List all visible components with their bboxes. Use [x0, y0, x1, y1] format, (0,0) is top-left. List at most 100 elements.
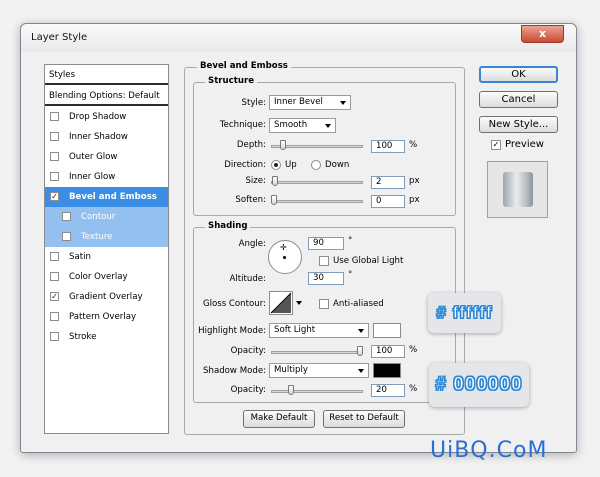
- direction-up-radio[interactable]: [271, 160, 281, 170]
- reset-default-button[interactable]: Reset to Default: [323, 410, 405, 428]
- style-item-label: Inner Shadow: [69, 132, 128, 142]
- black-hex-annotation: # 000000: [429, 363, 529, 407]
- style-checkbox[interactable]: [50, 172, 59, 181]
- size-slider-track[interactable]: [271, 181, 363, 184]
- direction-down-radio[interactable]: [311, 160, 321, 170]
- new-style-button[interactable]: New Style...: [479, 116, 558, 133]
- window-title: Layer Style: [31, 32, 88, 43]
- soften-slider-thumb[interactable]: [271, 195, 277, 205]
- soften-input[interactable]: 0: [371, 195, 405, 208]
- soften-unit: px: [409, 195, 420, 205]
- highlight-opacity-thumb[interactable]: [357, 346, 363, 356]
- style-checkbox[interactable]: [50, 332, 59, 341]
- style-item-texture[interactable]: Texture: [45, 227, 168, 247]
- style-checkbox[interactable]: [50, 132, 59, 141]
- shadow-mode-select[interactable]: Multiply: [269, 363, 369, 378]
- style-item-label: Outer Glow: [69, 152, 118, 162]
- style-checkbox[interactable]: [50, 152, 59, 161]
- style-checkbox[interactable]: [62, 232, 71, 241]
- size-input[interactable]: 2: [371, 176, 405, 189]
- style-item-bevel-and-emboss[interactable]: ✓ Bevel and Emboss: [45, 187, 168, 207]
- styles-header-label: Styles: [49, 70, 76, 80]
- style-item-stroke[interactable]: Stroke: [45, 327, 168, 347]
- style-item-inner-shadow[interactable]: Inner Shadow: [45, 127, 168, 147]
- highlight-mode-label: Highlight Mode:: [198, 326, 266, 336]
- style-item-gradient-overlay[interactable]: ✓ Gradient Overlay: [45, 287, 168, 307]
- style-item-label: Drop Shadow: [69, 112, 127, 122]
- size-unit: px: [409, 176, 420, 186]
- style-item-pattern-overlay[interactable]: Pattern Overlay: [45, 307, 168, 327]
- highlight-opacity-input[interactable]: 100: [371, 345, 405, 358]
- gloss-contour-picker[interactable]: [269, 291, 293, 315]
- chevron-down-icon: [358, 329, 364, 333]
- depth-input[interactable]: 100: [371, 140, 405, 153]
- shadow-opacity-track[interactable]: [271, 390, 363, 393]
- white-hex-annotation: # ffffff: [428, 293, 501, 333]
- technique-select[interactable]: Smooth: [269, 118, 336, 133]
- style-item-outer-glow[interactable]: Outer Glow: [45, 147, 168, 167]
- style-checkbox[interactable]: ✓: [50, 192, 59, 201]
- cancel-button[interactable]: Cancel: [479, 91, 558, 108]
- style-item-contour[interactable]: Contour: [45, 207, 168, 227]
- bevel-section-title: Bevel and Emboss: [197, 61, 291, 71]
- angle-dial[interactable]: ✛: [268, 240, 302, 274]
- size-slider-thumb[interactable]: [271, 176, 278, 186]
- gloss-contour-label: Gloss Contour:: [202, 299, 266, 309]
- style-checkbox[interactable]: [62, 212, 71, 221]
- style-item-inner-glow[interactable]: Inner Glow: [45, 167, 168, 187]
- shadow-opacity-input[interactable]: 20: [371, 384, 405, 397]
- style-select[interactable]: Inner Bevel: [269, 95, 351, 110]
- style-checkbox[interactable]: [50, 272, 59, 281]
- ok-button[interactable]: OK: [479, 66, 558, 83]
- style-item-satin[interactable]: Satin: [45, 247, 168, 267]
- size-label: Size:: [245, 176, 266, 186]
- style-item-label: Contour: [81, 212, 116, 222]
- blending-options[interactable]: Blending Options: Default: [45, 86, 168, 106]
- chevron-down-icon: [358, 369, 364, 373]
- make-default-button[interactable]: Make Default: [243, 410, 315, 428]
- style-checkbox[interactable]: [50, 312, 59, 321]
- shadow-color-swatch[interactable]: [373, 363, 401, 378]
- anti-aliased-checkbox[interactable]: [319, 299, 329, 309]
- highlight-mode-value: Soft Light: [274, 325, 316, 335]
- highlight-mode-select[interactable]: Soft Light: [269, 323, 369, 338]
- close-button[interactable]: x: [521, 25, 564, 43]
- style-item-label: Bevel and Emboss: [69, 192, 157, 202]
- style-checkbox[interactable]: ✓: [50, 292, 59, 301]
- style-item-label: Color Overlay: [69, 272, 128, 282]
- style-checkbox[interactable]: [50, 112, 59, 121]
- soften-slider-track[interactable]: [271, 200, 363, 203]
- global-light-label: Use Global Light: [333, 256, 404, 266]
- preview-checkbox[interactable]: ✓: [491, 140, 501, 150]
- shadow-opacity-unit: %: [409, 384, 418, 394]
- depth-slider-thumb[interactable]: [279, 140, 286, 150]
- angle-input[interactable]: 90: [308, 237, 344, 250]
- angle-label: Angle:: [238, 239, 266, 249]
- style-item-color-overlay[interactable]: Color Overlay: [45, 267, 168, 287]
- chevron-down-icon: [340, 101, 346, 105]
- structure-title: Structure: [205, 76, 258, 86]
- anti-aliased-label: Anti-aliased: [333, 299, 384, 309]
- preview-thumbnail: [487, 161, 548, 218]
- direction-down-label: Down: [325, 160, 350, 170]
- shading-title: Shading: [205, 221, 251, 231]
- technique-select-value: Smooth: [274, 120, 308, 130]
- global-light-checkbox[interactable]: [319, 256, 329, 266]
- style-item-label: Pattern Overlay: [69, 312, 137, 322]
- styles-header[interactable]: Styles: [45, 65, 168, 85]
- style-item-label: Satin: [69, 252, 91, 262]
- style-label: Style:: [241, 98, 266, 108]
- highlight-color-swatch[interactable]: [373, 323, 401, 338]
- style-item-drop-shadow[interactable]: Drop Shadow: [45, 107, 168, 127]
- depth-unit: %: [409, 140, 418, 150]
- chevron-down-icon[interactable]: [296, 301, 302, 305]
- direction-label: Direction:: [224, 160, 266, 170]
- check-icon: ✓: [492, 140, 500, 149]
- close-icon: x: [538, 27, 547, 40]
- style-checkbox[interactable]: [50, 252, 59, 261]
- depth-label: Depth:: [236, 140, 266, 150]
- highlight-opacity-track[interactable]: [271, 351, 363, 354]
- shadow-opacity-thumb[interactable]: [288, 385, 295, 395]
- altitude-input[interactable]: 30: [308, 272, 344, 285]
- watermark: UiBQ.CoM: [430, 438, 548, 463]
